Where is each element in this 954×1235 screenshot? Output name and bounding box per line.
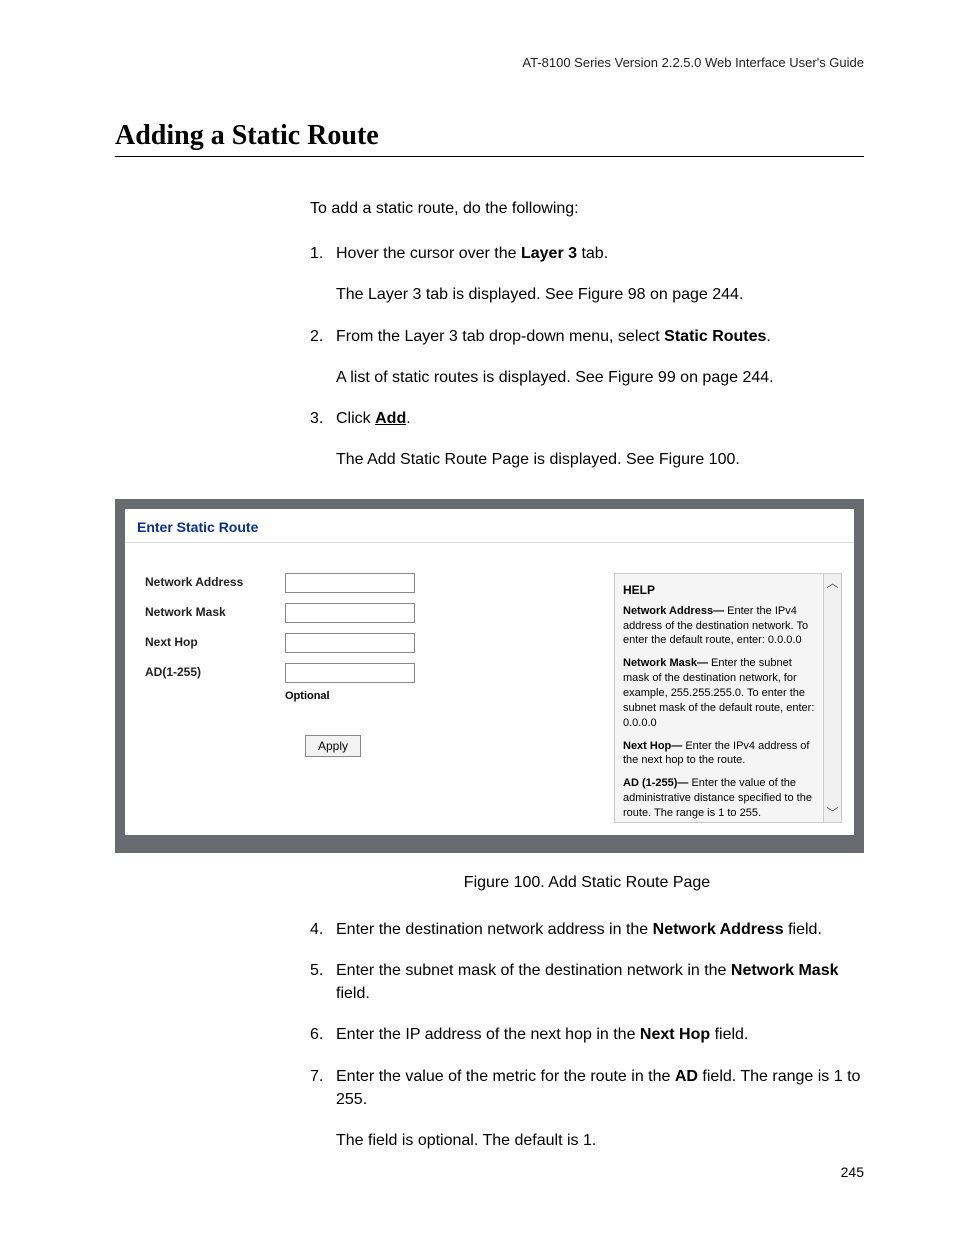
scroll-up-icon[interactable]: ︿	[826, 574, 838, 592]
input-network-mask[interactable]	[285, 603, 415, 623]
step-bold: Next Hop	[640, 1026, 710, 1043]
step-bold: Layer 3	[521, 245, 577, 262]
step-3: 3. Click Add. The Add Static Route Page …	[310, 407, 864, 471]
step-text: field.	[784, 921, 822, 938]
step-text: Enter the destination network address in…	[336, 921, 653, 938]
add-link-text: Add	[375, 410, 406, 427]
scroll-down-icon[interactable]: ﹀	[826, 804, 838, 822]
step-subtext: The Add Static Route Page is displayed. …	[336, 448, 864, 471]
help-title: HELP	[623, 582, 815, 598]
label-network-mask: Network Mask	[145, 604, 285, 621]
step-subtext: The field is optional. The default is 1.	[336, 1129, 864, 1152]
section-title: Adding a Static Route	[115, 120, 864, 157]
intro-text: To add a static route, do the following:	[310, 197, 864, 220]
step-subtext: The Layer 3 tab is displayed. See Figure…	[336, 283, 864, 306]
step-5: 5. Enter the subnet mask of the destinat…	[310, 959, 864, 1005]
step-text: Click	[336, 410, 375, 427]
step-text: Enter the subnet mask of the destination…	[336, 962, 731, 979]
step-number: 5.	[310, 959, 336, 1005]
step-6: 6. Enter the IP address of the next hop …	[310, 1023, 864, 1046]
step-text: From the Layer 3 tab drop-down menu, sel…	[336, 328, 664, 345]
step-number: 4.	[310, 918, 336, 941]
step-number: 6.	[310, 1023, 336, 1046]
step-2: 2. From the Layer 3 tab drop-down menu, …	[310, 325, 864, 389]
help-bold: AD (1-255)—	[623, 777, 691, 789]
figure-caption: Figure 100. Add Static Route Page	[310, 871, 864, 894]
step-bold: Network Mask	[731, 962, 839, 979]
step-text: field.	[710, 1026, 748, 1043]
step-number: 3.	[310, 407, 336, 471]
input-network-address[interactable]	[285, 573, 415, 593]
figure-100: Enter Static Route Network Address Netwo…	[115, 499, 864, 852]
step-bold: Static Routes	[664, 328, 766, 345]
step-text: tab.	[577, 245, 608, 262]
help-panel: HELP Network Address— Enter the IPv4 add…	[614, 573, 824, 823]
help-scrollbar[interactable]: ︿ ﹀	[824, 573, 842, 823]
running-header: AT-8100 Series Version 2.2.5.0 Web Inter…	[115, 55, 864, 70]
step-4: 4. Enter the destination network address…	[310, 918, 864, 941]
step-text: Enter the IP address of the next hop in …	[336, 1026, 640, 1043]
label-next-hop: Next Hop	[145, 634, 285, 651]
step-text: .	[766, 328, 770, 345]
label-ad: AD(1-255)	[145, 664, 285, 681]
step-bold: Network Address	[653, 921, 784, 938]
step-number: 1.	[310, 242, 336, 306]
step-number: 7.	[310, 1065, 336, 1153]
step-text: Hover the cursor over the	[336, 245, 521, 262]
help-bold: Next Hop—	[623, 740, 685, 752]
step-text: .	[406, 410, 410, 427]
step-number: 2.	[310, 325, 336, 389]
step-subtext: A list of static routes is displayed. Se…	[336, 366, 864, 389]
panel-title: Enter Static Route	[125, 509, 854, 542]
form-column: Network Address Network Mask Next Hop	[145, 573, 614, 823]
step-7: 7. Enter the value of the metric for the…	[310, 1065, 864, 1153]
input-next-hop[interactable]	[285, 633, 415, 653]
help-bold: Network Address—	[623, 605, 727, 617]
label-network-address: Network Address	[145, 574, 285, 591]
input-ad[interactable]	[285, 663, 415, 683]
step-1: 1. Hover the cursor over the Layer 3 tab…	[310, 242, 864, 306]
page-number: 245	[841, 1164, 864, 1180]
step-text: Enter the value of the metric for the ro…	[336, 1068, 675, 1085]
step-bold: AD	[675, 1068, 698, 1085]
help-bold: Network Mask—	[623, 657, 711, 669]
apply-button[interactable]: Apply	[305, 735, 361, 757]
optional-label: Optional	[285, 689, 614, 705]
step-text: field.	[336, 985, 370, 1002]
